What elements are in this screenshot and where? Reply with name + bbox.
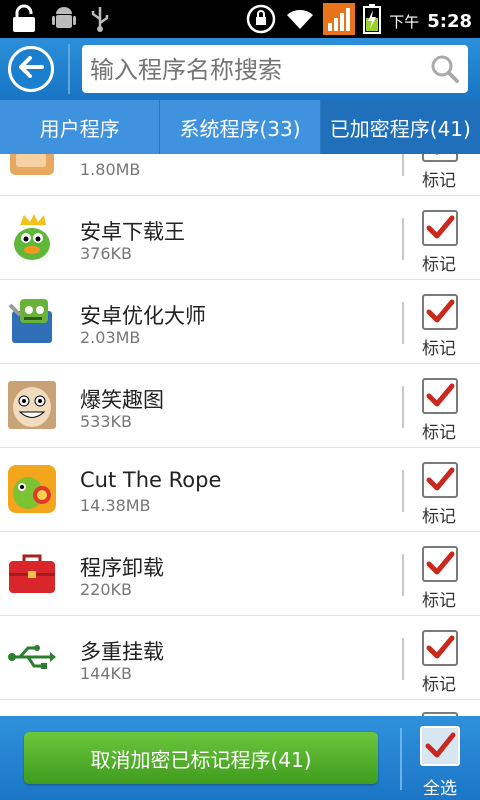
usb-status-icon	[90, 5, 110, 37]
list-item[interactable]: 安卓优化大师 2.03MB 标记	[0, 280, 480, 364]
tab-bar: 用户程序 系统程序(33) 已加密程序(41)	[0, 100, 480, 154]
mark-label: 标记	[422, 255, 456, 275]
status-time: 5:28	[427, 10, 472, 32]
mark-label: 标记	[422, 591, 456, 611]
mark-label: 标记	[422, 171, 456, 191]
mark-label: 标记	[422, 507, 456, 527]
title-bar	[0, 38, 480, 100]
mark-label: 标记	[422, 675, 456, 695]
battery-charging-icon	[363, 4, 382, 38]
rotation-lock-icon	[245, 3, 277, 39]
status-bar: 下午 5:28	[0, 0, 480, 38]
unencrypt-marked-button[interactable]: 取消加密已标记程序(41)	[24, 732, 378, 784]
list-item[interactable]: Cut The Rope 14.38MB 标记	[0, 448, 480, 532]
app-size: 14.38MB	[80, 496, 151, 515]
list-item[interactable]	[0, 700, 480, 716]
app-name: 安卓优化大师	[80, 304, 206, 328]
tab-system-apps[interactable]: 系统程序(33)	[160, 100, 321, 154]
app-list[interactable]: 1.80MB 标记 安卓下载王 376KB 标记 安卓优化大师 2.03MB 标…	[0, 154, 480, 716]
mark-checkbox[interactable]	[422, 546, 458, 582]
divider	[68, 44, 70, 94]
select-all-checkbox[interactable]	[420, 726, 460, 766]
mark-checkbox[interactable]	[422, 630, 458, 666]
tab-user-apps[interactable]: 用户程序	[0, 100, 161, 154]
list-item[interactable]: 1.80MB 标记	[0, 154, 480, 196]
app-size: 144KB	[80, 664, 133, 683]
row-divider	[402, 218, 404, 260]
app-name: 安卓下载王	[80, 220, 185, 244]
partial-app-icon	[6, 154, 58, 179]
row-divider	[402, 554, 404, 596]
search-icon[interactable]	[430, 54, 460, 88]
cut-the-rope-icon	[6, 463, 58, 515]
row-divider	[402, 386, 404, 428]
list-item[interactable]: 爆笑趣图 533KB 标记	[0, 364, 480, 448]
mark-label: 标记	[422, 423, 456, 443]
status-ampm: 下午	[389, 12, 420, 31]
mark-checkbox[interactable]	[422, 462, 458, 498]
mark-label: 标记	[422, 339, 456, 359]
mark-checkbox[interactable]	[422, 154, 458, 162]
signal-icon	[323, 3, 356, 39]
search-input[interactable]	[88, 51, 432, 89]
select-all-label: 全选	[423, 779, 457, 799]
app-name: 爆笑趣图	[80, 388, 164, 412]
android-debug-icon	[52, 6, 76, 36]
search-box	[82, 45, 468, 93]
app-size: 376KB	[80, 244, 133, 263]
app-name: Cut The Rope	[80, 468, 222, 492]
mark-checkbox[interactable]	[422, 210, 458, 246]
back-arrow-icon	[18, 56, 44, 82]
lock-icon	[10, 4, 38, 38]
app-size: 220KB	[80, 580, 133, 599]
back-button[interactable]	[8, 46, 54, 92]
mark-checkbox[interactable]	[422, 378, 458, 414]
bottom-action-bar: 取消加密已标记程序(41) 全选	[0, 716, 480, 800]
row-divider	[402, 470, 404, 512]
app-name: 多重挂载	[80, 640, 164, 664]
app-size: 533KB	[80, 412, 133, 431]
row-divider	[402, 302, 404, 344]
app-size: 2.03MB	[80, 328, 141, 347]
app-name: 程序卸载	[80, 556, 164, 580]
optimizer-robot-icon	[6, 295, 58, 347]
list-item[interactable]: 安卓下载王 376KB 标记	[0, 196, 480, 280]
funny-face-icon	[6, 379, 58, 431]
tab-encrypted-apps[interactable]: 已加密程序(41)	[320, 100, 480, 154]
list-item[interactable]: 多重挂载 144KB 标记	[0, 616, 480, 700]
red-toolbox-icon	[6, 547, 58, 599]
green-bird-king-icon	[6, 211, 58, 263]
wifi-icon	[285, 7, 315, 35]
mark-checkbox[interactable]	[422, 294, 458, 330]
row-divider	[402, 638, 404, 680]
row-divider	[402, 154, 404, 176]
divider	[400, 728, 402, 790]
list-item[interactable]: 程序卸载 220KB 标记	[0, 532, 480, 616]
usb-icon	[6, 631, 58, 683]
app-size: 1.80MB	[80, 160, 141, 179]
